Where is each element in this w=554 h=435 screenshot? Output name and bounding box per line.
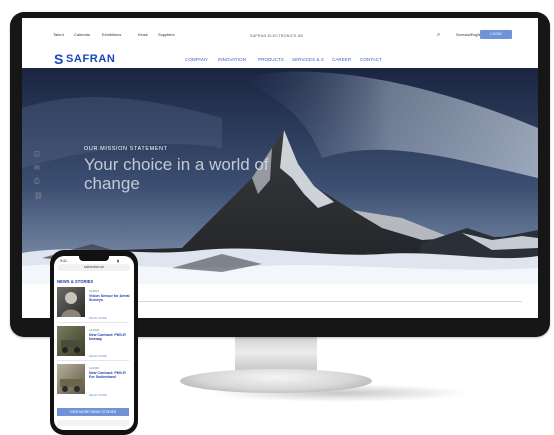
utility-link-calendar[interactable]: Calendar <box>74 32 90 37</box>
story-divider <box>57 360 129 361</box>
utility-link-exhibitions[interactable]: Exhibitions <box>102 32 121 37</box>
nav-item-career[interactable]: CAREER <box>332 57 351 62</box>
story-divider <box>57 322 129 323</box>
login-button[interactable]: LOGIN <box>480 30 512 39</box>
mission-title: Your choice in a world of change <box>84 155 269 193</box>
soldier-image-icon <box>61 292 81 317</box>
utility-link-talent[interactable]: Talent <box>53 32 64 37</box>
battery-icon: ▮ <box>117 259 119 263</box>
story-read-more[interactable]: READ MORE <box>89 393 107 397</box>
story-date: 11/2020 <box>89 366 99 370</box>
safran-logo-icon[interactable]: S <box>54 51 63 67</box>
story-title[interactable]: Vision Sensor for Aerial Surveys <box>89 294 131 303</box>
link-icon[interactable]: ⛓ <box>34 192 43 200</box>
story-date: 12/2020 <box>89 328 100 332</box>
story-thumbnail[interactable] <box>57 326 85 356</box>
site-tagline: SAFRAN ELECTRONICS AB <box>250 34 304 38</box>
phone-footer <box>57 420 129 426</box>
nav-item-services[interactable]: SERVICES & S <box>292 57 324 62</box>
phone-time: 9:41 <box>60 259 67 263</box>
story-read-more[interactable]: READ MORE <box>89 316 107 320</box>
view-more-news-button[interactable]: VIEW MORE NEWS STORIES <box>57 408 129 416</box>
print-icon[interactable]: ⎙ <box>34 178 40 186</box>
share-icon[interactable]: ⊡ <box>34 150 40 158</box>
nav-item-contact[interactable]: CONTACT <box>360 57 382 62</box>
story-title[interactable]: New Contract: PMV-R For Switzerland <box>89 371 131 380</box>
story-thumbnail[interactable] <box>57 287 85 317</box>
logo-text[interactable]: SAFRAN <box>66 53 115 65</box>
monitor-stand-base <box>180 369 372 393</box>
mail-icon[interactable]: ✉ <box>34 164 40 172</box>
mission-label: OUR MISSION STATEMENT <box>84 146 168 152</box>
vehicle-image-icon <box>60 379 82 392</box>
story-date: 01/2021 <box>89 289 100 293</box>
nav-item-innovation[interactable]: INNOVATION <box>218 57 246 62</box>
phone-notch <box>79 256 109 261</box>
news-section-title: NEWS & STORIES <box>57 279 94 284</box>
utility-link-kiosk[interactable]: Kiosk <box>138 32 148 37</box>
search-icon[interactable]: ⌕ <box>437 32 440 39</box>
story-read-more[interactable]: READ MORE <box>89 354 107 358</box>
address-bar[interactable]: safranelec.se <box>58 264 130 271</box>
nav-item-company[interactable]: COMPANY <box>185 57 208 62</box>
language-switch[interactable]: Svenska/English <box>456 33 483 37</box>
nav-item-products[interactable]: PRODUCTS <box>258 57 284 62</box>
utility-link-suppliers[interactable]: Suppliers <box>158 32 175 37</box>
vehicle-image-icon <box>61 340 81 353</box>
story-title[interactable]: New Contract: PMV-R Norway <box>89 333 131 342</box>
story-thumbnail[interactable] <box>57 364 85 394</box>
